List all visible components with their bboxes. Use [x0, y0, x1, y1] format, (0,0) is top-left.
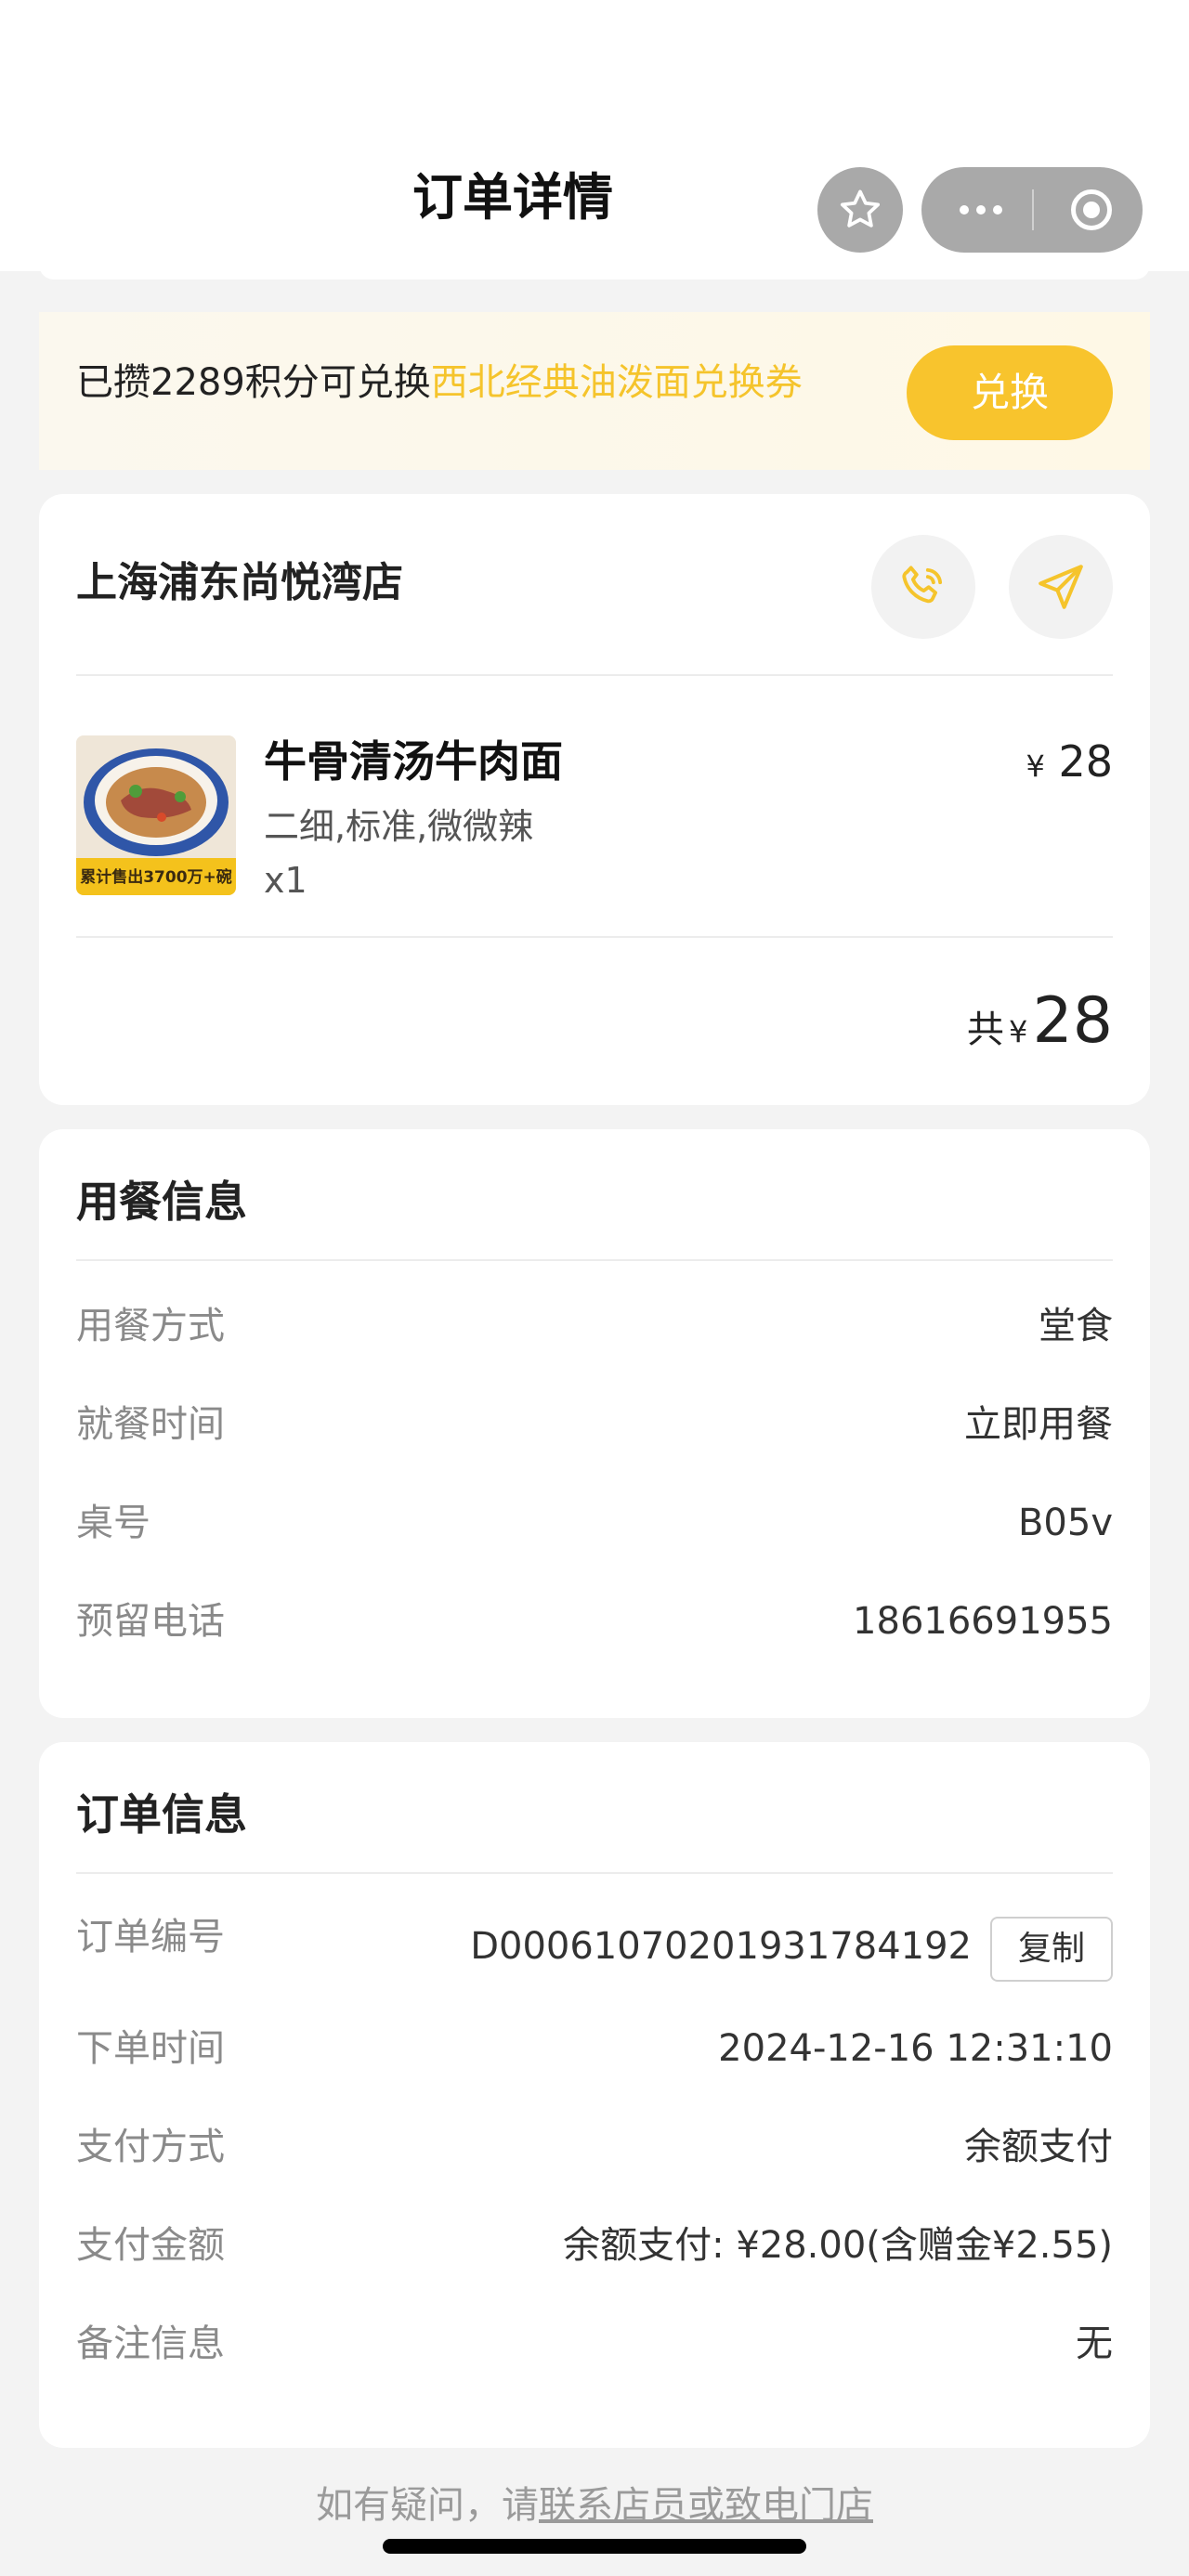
- info-label: 用餐方式: [76, 1305, 225, 1347]
- product-image[interactable]: 累计售出3700万+碗: [76, 735, 236, 895]
- divider: [76, 1259, 1113, 1261]
- noodle-bowl-image: 累计售出3700万+碗: [76, 735, 236, 895]
- section-title: 用餐信息: [76, 1177, 247, 1227]
- info-label: 备注信息: [76, 2322, 225, 2365]
- info-label: 订单编号: [76, 1916, 225, 1958]
- info-label: 桌号: [76, 1502, 150, 1544]
- navigation-arrow-icon: [1039, 565, 1083, 609]
- info-value: 18616691955: [853, 1600, 1113, 1643]
- help-text: 如有疑问，请: [316, 2484, 539, 2527]
- currency-symbol: ¥: [1009, 1014, 1028, 1049]
- info-label: 下单时间: [76, 2027, 225, 2070]
- info-value: 余额支付: [964, 2126, 1113, 2168]
- info-label: 预留电话: [76, 1600, 225, 1643]
- info-label: 支付金额: [76, 2224, 225, 2267]
- star-icon: [840, 189, 881, 228]
- info-value: B05v: [1017, 1502, 1113, 1544]
- item-name: 牛骨清汤牛肉面: [264, 736, 563, 787]
- store-name: 上海浦东尚悦湾店: [76, 559, 403, 606]
- info-value: 2024-12-16 12:31:10: [718, 2027, 1113, 2070]
- previous-card-edge: [39, 265, 1150, 280]
- item-spec: 二细,标准,微微辣: [264, 806, 534, 847]
- points-message: 已攒2289积分可兑换西北经典油泼面兑换券: [76, 357, 803, 409]
- points-text: 已攒2289积分可兑换: [76, 361, 431, 404]
- item-quantity: x1: [264, 860, 307, 901]
- store-order-card: 上海浦东尚悦湾店 累计售出3700万+碗 牛骨清汤牛肉面 二细,标准,微微辣 x…: [39, 494, 1150, 1105]
- favorite-button[interactable]: [817, 167, 903, 253]
- navigate-button[interactable]: [1009, 535, 1113, 639]
- total-label: 共: [966, 1008, 1004, 1051]
- close-button[interactable]: [1040, 167, 1143, 253]
- section-title: 订单信息: [76, 1789, 247, 1840]
- more-menu-button[interactable]: [921, 167, 1040, 253]
- order-number: D00061070201931784192: [470, 1925, 972, 1968]
- order-total: 共 ¥ 28: [967, 984, 1113, 1058]
- info-value: 立即用餐: [964, 1403, 1113, 1446]
- item-price: ¥ 28: [1026, 732, 1113, 796]
- coupon-name: 西北经典油泼面兑换券: [430, 361, 803, 404]
- mini-program-capsule: [921, 167, 1143, 253]
- copy-button[interactable]: 复制: [990, 1917, 1113, 1982]
- exchange-button[interactable]: 兑换: [907, 345, 1113, 440]
- phone-icon: [902, 566, 943, 604]
- total-amount: 28: [1032, 984, 1113, 1058]
- info-value: 堂食: [1039, 1305, 1113, 1347]
- capsule-divider: [1032, 189, 1034, 230]
- home-indicator: [383, 2539, 806, 2554]
- close-circle-icon: [1071, 189, 1112, 230]
- divider: [76, 1872, 1113, 1874]
- points-banner: 已攒2289积分可兑换西北经典油泼面兑换券 兑换: [39, 312, 1150, 470]
- info-value: 余额支付: ¥28.00(含赠金¥2.55): [563, 2224, 1113, 2267]
- dining-info-card: 用餐信息 用餐方式 堂食 就餐时间 立即用餐 桌号 B05v 预留电话 1861…: [39, 1129, 1150, 1718]
- divider: [76, 936, 1113, 938]
- call-store-button[interactable]: [871, 535, 975, 639]
- item-price-value: 28: [1058, 736, 1113, 787]
- help-footer: 如有疑问，请联系店员或致电门店: [0, 2479, 1189, 2531]
- info-value: 无: [1076, 2322, 1113, 2365]
- info-label: 支付方式: [76, 2126, 225, 2168]
- image-caption: 累计售出3700万+碗: [80, 867, 232, 887]
- divider: [76, 674, 1113, 676]
- contact-store-link[interactable]: 联系店员或致电门店: [539, 2484, 873, 2527]
- info-label: 就餐时间: [76, 1403, 225, 1446]
- currency-symbol: ¥: [1026, 748, 1045, 784]
- order-info-card: 订单信息 订单编号 D00061070201931784192 复制 下单时间 …: [39, 1742, 1150, 2448]
